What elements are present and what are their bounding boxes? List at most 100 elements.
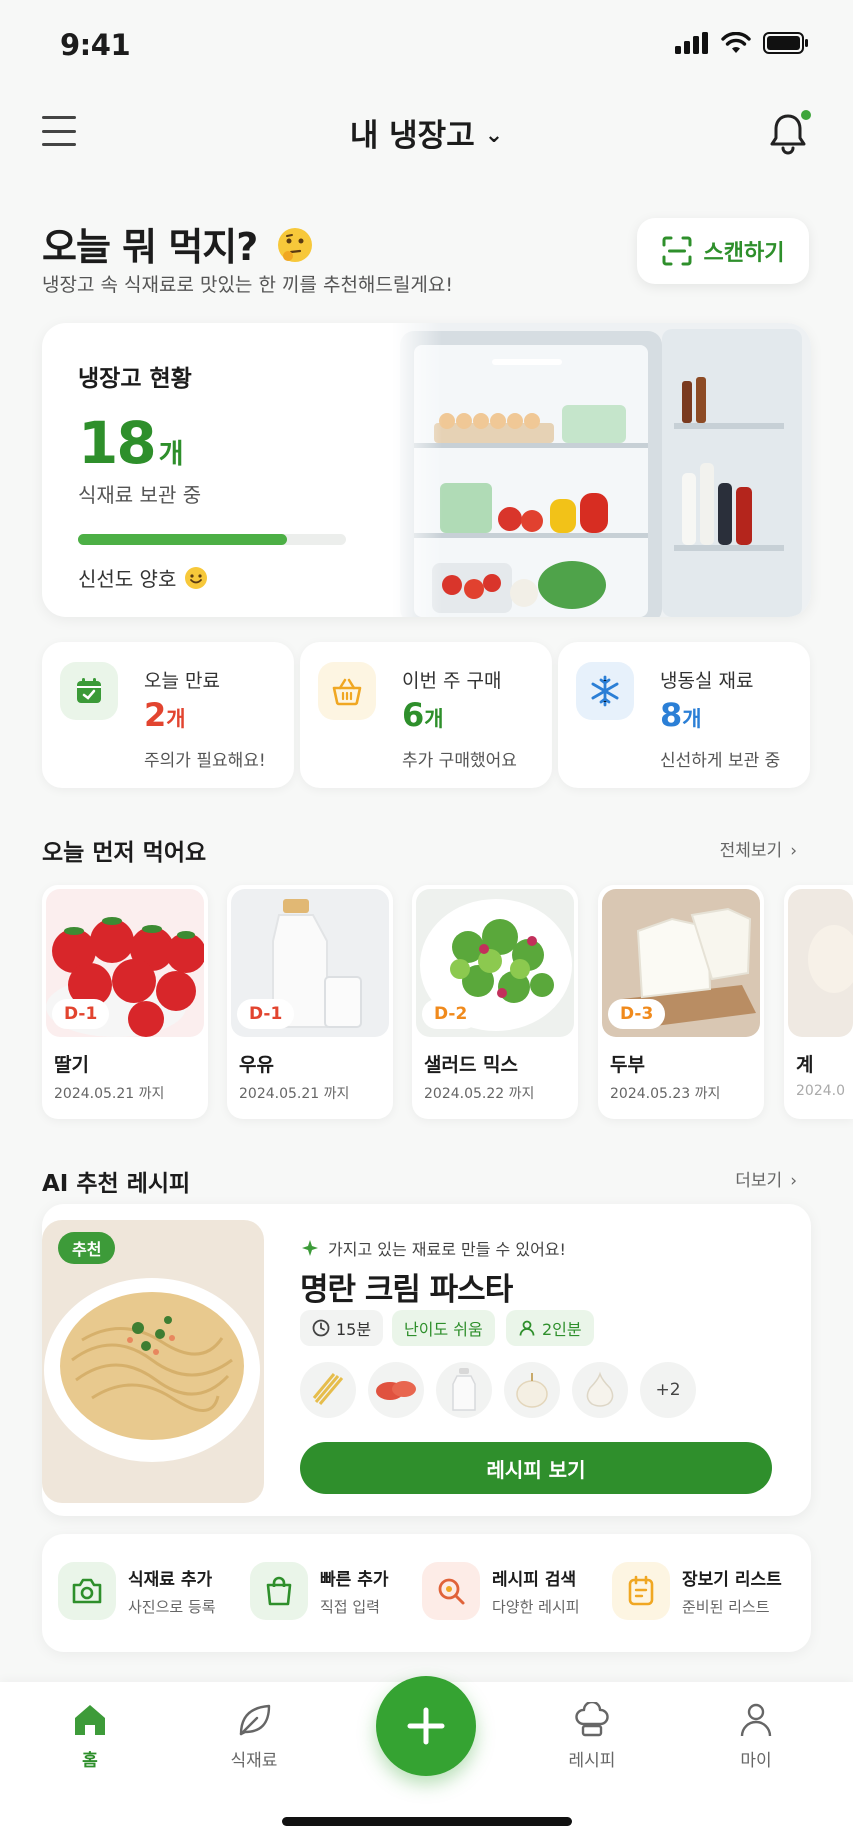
stat-note: 신선하게 보관 중 [660,751,781,771]
recommend-tag: 추천 [58,1232,116,1264]
ingredient-mentaiko [368,1362,424,1418]
item-expiry-date: 2024.05.23 까지 [610,1086,721,1102]
thinking-face-icon [277,228,312,262]
freshness-progress-bar [78,534,346,545]
clock-icon [312,1319,330,1337]
wifi-icon [721,32,751,53]
quick-actions-card: 식재료 추가 사진으로 등록 빠른 추가 직접 입력 레시피 검색 다양한 레시피 장… [42,1534,811,1652]
expiring-item-card[interactable]: 계 2024.0 [784,885,853,1119]
stat-card-weekly-purchase[interactable]: 이번 주 구매 6개 추가 구매했어요 [300,642,552,788]
page-title: 내 냉장고 [349,118,475,154]
plus-icon [407,1707,445,1745]
dday-badge: D-1 [237,999,295,1029]
shopping-bag-icon [250,1562,308,1620]
fridge-status-title: 냉장고 현황 [78,366,192,392]
fridge-status-label: 식재료 보관 중 [78,483,202,507]
fridge-item-count: 18 개 [78,409,184,477]
recipe-servings-chip: 2인분 [506,1310,594,1346]
search-icon [422,1562,480,1620]
expiring-item-card[interactable]: D-1 딸기 2024.05.21 까지 [42,885,208,1119]
fridge-status-card[interactable]: 냉장고 현황 18 개 식재료 보관 중 신선도 양호 [42,323,811,617]
leaf-icon [239,1704,271,1736]
ai-recipe-title: AI 추천 레시피 [42,1171,191,1197]
camera-icon [58,1562,116,1620]
stat-value: 8개 [660,696,702,734]
expiring-item-card[interactable]: D-1 우유 2024.05.21 까지 [227,885,393,1119]
expiring-item-card[interactable]: D-3 두부 2024.05.23 까지 [598,885,764,1119]
nav-home[interactable]: 홈 [30,1702,150,1771]
person-icon [519,1320,535,1336]
recipe-name: 명란 크림 파스타 [300,1272,513,1308]
battery-icon [763,32,808,54]
nav-recipes[interactable]: 레시피 [532,1702,652,1771]
freshness-status: 신선도 양호 [78,563,208,592]
greeting-subtitle: 냉장고 속 식재료로 맛있는 한 끼를 추천해드릴게요! [42,274,453,296]
scan-button[interactable]: 스캔하기 [637,218,809,284]
item-expiry-date: 2024.05.21 까지 [54,1086,165,1102]
status-time: 9:41 [60,28,131,62]
quick-action-add-ingredient[interactable]: 식재료 추가 사진으로 등록 [58,1562,216,1620]
item-name: 샐러드 믹스 [424,1054,519,1076]
stat-title: 이번 주 구매 [402,670,502,692]
item-expiry-date: 2024.05.22 까지 [424,1086,535,1102]
note-icon [612,1562,670,1620]
expiring-item-card[interactable]: D-2 샐러드 믹스 2024.05.22 까지 [412,885,578,1119]
recipe-card[interactable]: 추천 가지고 있는 재료로 만들 수 있어요! 명란 크림 파스타 15분 난이… [42,1204,811,1516]
basket-icon [318,662,376,720]
sparkle-icon [302,1240,318,1256]
dday-badge: D-3 [608,999,666,1029]
chevron-down-icon: ⌄ [484,123,504,148]
recipe-difficulty-chip: 난이도 쉬움 [392,1310,495,1346]
ingredient-garlic [572,1362,628,1418]
user-icon [740,1703,772,1737]
egg-image [788,889,853,1037]
stat-card-expiring-today[interactable]: 오늘 만료 2개 주의가 필요해요! [42,642,294,788]
stat-note: 주의가 필요해요! [144,751,266,771]
notification-dot [799,108,813,122]
stat-title: 오늘 만료 [144,670,220,692]
calendar-icon [60,662,118,720]
snowflake-icon [576,662,634,720]
home-indicator [282,1817,572,1826]
smile-icon [185,566,208,589]
item-name: 두부 [610,1054,645,1076]
ingredient-more[interactable]: +2 [640,1362,696,1418]
stat-note: 추가 구매했어요 [402,751,517,771]
ai-recipe-more[interactable]: 더보기 › [735,1166,797,1191]
item-name: 우유 [239,1054,274,1076]
ingredient-pasta [300,1362,356,1418]
ingredient-milk [436,1362,492,1418]
freshness-progress-fill [78,534,288,545]
item-expiry-date: 2024.0 [796,1083,845,1099]
eat-first-view-all[interactable]: 전체보기 › [720,836,797,861]
view-recipe-button[interactable]: 레시피 보기 [300,1442,772,1494]
item-name: 계 [796,1054,814,1076]
recipe-time-chip: 15분 [300,1310,384,1346]
recipe-hint: 가지고 있는 재료로 만들 수 있어요! [302,1236,566,1260]
chevron-right-icon: › [790,841,797,861]
home-icon [75,1705,105,1735]
chef-hat-icon [575,1702,609,1737]
signal-icon [675,32,708,54]
quick-action-fast-add[interactable]: 빠른 추가 직접 입력 [250,1562,388,1620]
item-name: 딸기 [54,1054,89,1076]
nav-my[interactable]: 마이 [696,1702,816,1771]
item-expiry-date: 2024.05.21 까지 [239,1086,350,1102]
eat-first-title: 오늘 먼저 먹어요 [42,840,207,866]
fridge-selector[interactable]: 내 냉장고 ⌄ [0,110,853,155]
fridge-illustration [392,323,811,617]
dday-badge: D-1 [52,999,110,1029]
quick-action-shopping-list[interactable]: 장보기 리스트 준비된 리스트 [612,1562,782,1620]
stat-card-freezer[interactable]: 냉동실 재료 8개 신선하게 보관 중 [558,642,810,788]
greeting-title: 오늘 뭐 먹지? [42,216,314,271]
nav-ingredients[interactable]: 식재료 [194,1702,314,1771]
ingredient-onion [504,1362,560,1418]
chevron-right-icon: › [790,1171,797,1191]
quick-action-recipe-search[interactable]: 레시피 검색 다양한 레시피 [422,1562,580,1620]
add-fab-button[interactable] [376,1676,476,1776]
status-icons [675,32,809,54]
scan-icon [662,236,692,266]
stat-value: 2개 [144,696,186,734]
stat-value: 6개 [402,696,444,734]
stat-title: 냉동실 재료 [660,670,754,692]
